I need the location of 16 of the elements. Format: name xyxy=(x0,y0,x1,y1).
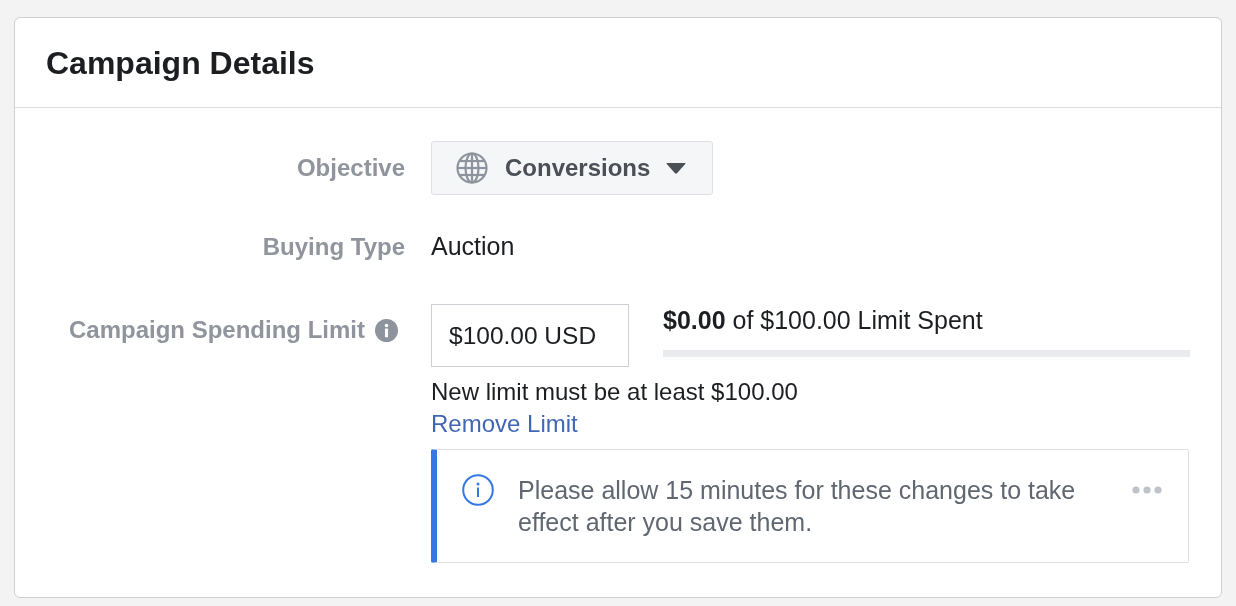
info-icon xyxy=(462,474,494,506)
objective-dropdown[interactable]: Conversions xyxy=(431,141,714,195)
field-label: Buying Type xyxy=(262,232,405,261)
more-icon[interactable] xyxy=(1132,486,1162,494)
hint-text: New limit must be at least $100.00 xyxy=(431,378,799,406)
spent-text: $0.00 of $100.00 Limit Spent xyxy=(663,306,984,335)
globe-icon xyxy=(456,152,488,184)
limit-input[interactable]: $100.00 USD xyxy=(431,304,629,367)
remove-limit-link[interactable]: Remove Limit xyxy=(431,410,578,438)
info-icon[interactable] xyxy=(375,318,398,342)
field-label: Objective xyxy=(296,154,405,182)
notice-text: Please allow 15 minutes for these changes to take effect after you save them. xyxy=(518,475,1077,538)
field-value: Auction xyxy=(431,232,515,260)
field-label: Campaign Spending Limit xyxy=(69,316,365,344)
caret-icon xyxy=(666,162,687,174)
panel-title: Campaign Details xyxy=(46,43,315,82)
